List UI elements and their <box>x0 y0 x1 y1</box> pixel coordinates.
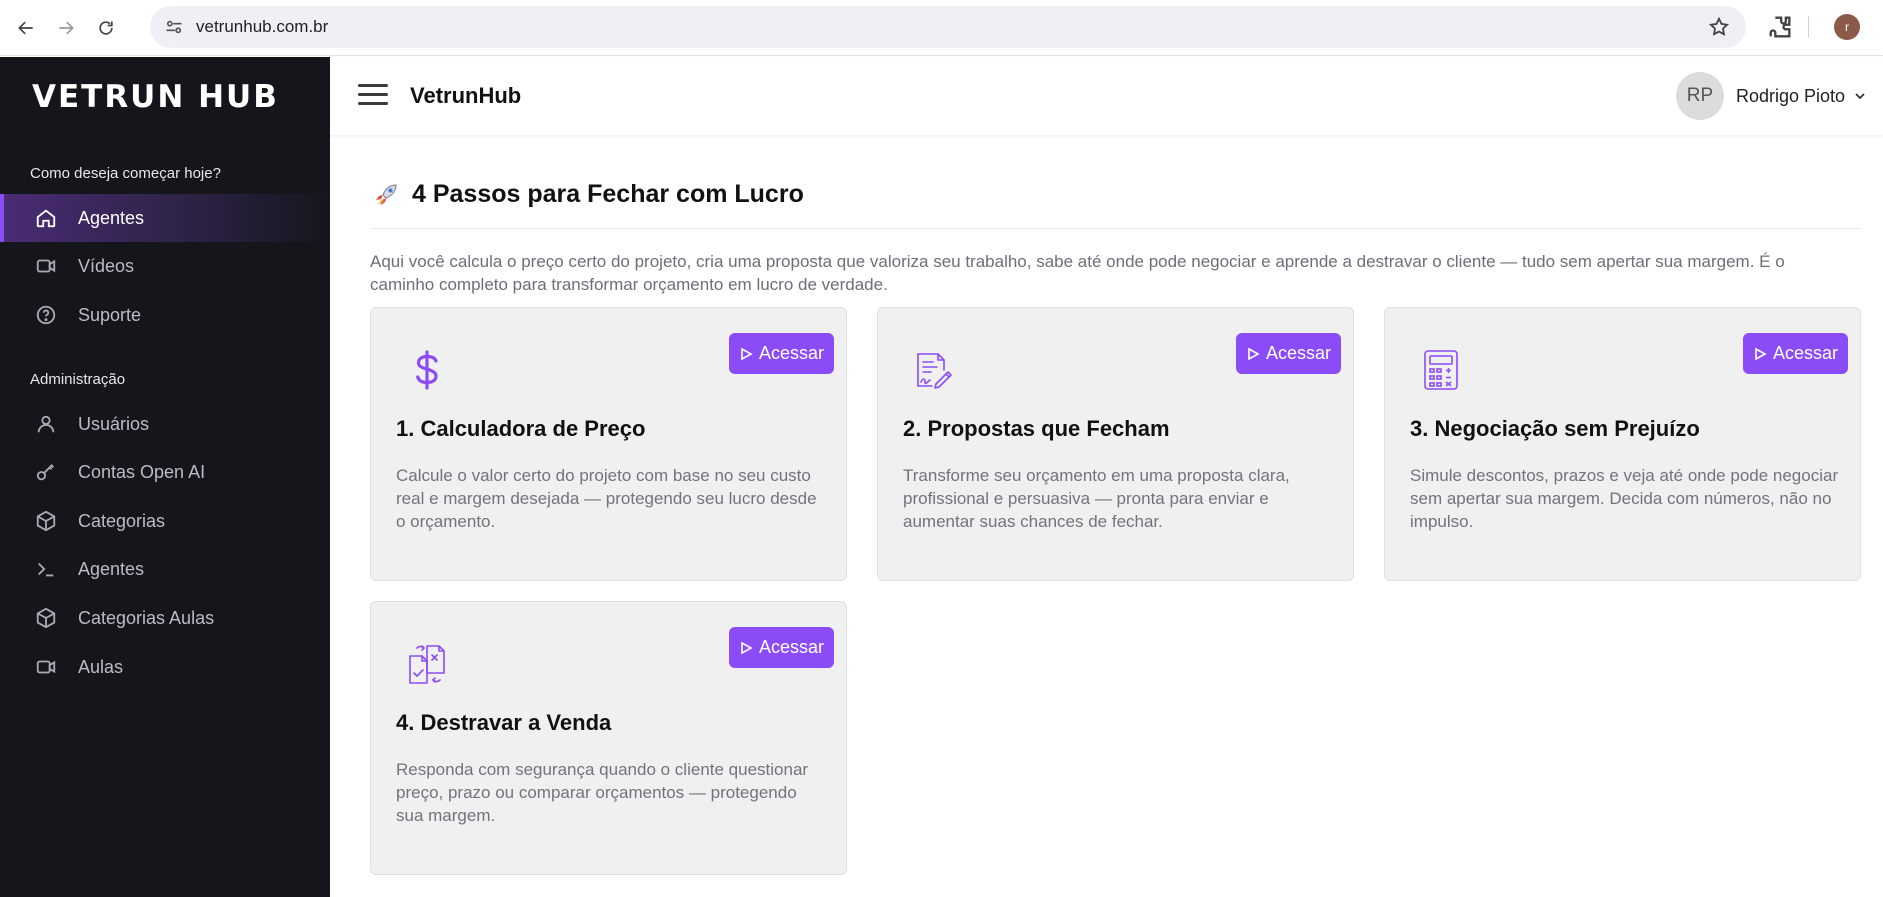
access-button-label: Acessar <box>758 343 824 363</box>
sidebar-item-aulas[interactable]: Aulas <box>0 643 330 691</box>
access-button-label: Acessar <box>1265 343 1331 363</box>
chevron-down-icon[interactable] <box>1854 90 1866 102</box>
sidebar-item-label: Suporte <box>78 304 142 325</box>
dollar-icon <box>416 350 438 390</box>
sidebar-item-label: Categorias <box>78 510 166 531</box>
bookmark-star-icon[interactable] <box>1708 16 1730 38</box>
card-description: Transforme seu orçamento em uma proposta… <box>903 466 1290 531</box>
rocket-icon <box>376 183 397 205</box>
url-text[interactable]: vetrunhub.com.br <box>196 17 328 37</box>
page-title: 4 Passos para Fechar com Lucro <box>372 180 804 209</box>
terminal-icon <box>34 557 58 581</box>
play-icon <box>1248 347 1260 360</box>
access-button[interactable]: Acessar <box>1235 333 1341 374</box>
toolbar-divider <box>1808 16 1809 38</box>
sidebar-item-categorias[interactable]: Categorias <box>0 497 330 545</box>
sidebar-item-agentes[interactable]: Agentes <box>0 194 330 242</box>
page-intro: Aqui você calcula o preço certo do proje… <box>370 252 1785 294</box>
card-title: 2. Propostas que Fecham <box>903 416 1170 441</box>
contract-signature-icon <box>917 353 952 389</box>
header-title: VetrunHub <box>410 83 522 108</box>
user-icon <box>34 412 58 436</box>
sidebar-item-agentes-admin[interactable]: Agentes <box>0 545 330 593</box>
access-button[interactable]: Acessar <box>728 627 834 668</box>
card-description: Responda com segurança quando o cliente … <box>396 760 809 825</box>
sidebar-item-label: Agentes <box>78 207 145 228</box>
sidebar-item-label: Agentes <box>78 558 145 579</box>
arrow-left-icon <box>18 21 33 34</box>
sidebar-item-label: Vídeos <box>78 255 135 276</box>
sidebar-item-usuarios[interactable]: Usuários <box>0 400 330 448</box>
card-title: 1. Calculadora de Preço <box>396 416 646 441</box>
page-title-text: 4 Passos para Fechar com Lucro <box>412 180 804 208</box>
forward-button[interactable] <box>46 8 86 48</box>
sidebar-item-suporte[interactable]: Suporte <box>0 291 330 339</box>
sidebar: VETRUN HUB Como deseja começar hoje? Age… <box>0 57 330 897</box>
avatar[interactable]: RP <box>1676 72 1724 120</box>
calculator-icon <box>1424 350 1458 390</box>
sidebar-item-label: Categorias Aulas <box>78 607 215 628</box>
sidebar-item-videos[interactable]: Vídeos <box>0 242 330 290</box>
card-calculadora-preco: Acessar 1. Calculadora de Preço Calcule … <box>370 307 847 581</box>
card-title: 4. Destravar a Venda <box>396 710 612 735</box>
sidebar-item-label: Contas Open AI <box>78 461 206 482</box>
user-menu-name[interactable]: Rodrigo Pioto <box>1736 86 1845 107</box>
app-header: VetrunHub RP Rodrigo Pioto <box>330 57 1883 135</box>
sidebar-item-categorias-aulas[interactable]: Categorias Aulas <box>0 594 330 642</box>
extensions-icon[interactable] <box>1766 13 1794 41</box>
card-propostas: Acessar 2. Propostas que Fecham Transfor… <box>877 307 1354 581</box>
home-icon <box>34 206 58 230</box>
access-button-label: Acessar <box>1772 343 1838 363</box>
reload-icon <box>99 20 113 35</box>
card-description: Calcule o valor certo do projeto com bas… <box>396 466 817 531</box>
site-settings-icon[interactable] <box>164 17 184 37</box>
access-button[interactable]: Acessar <box>1742 333 1848 374</box>
app-logo[interactable]: VETRUN HUB <box>32 79 279 115</box>
card-negociacao: Acessar 3. Negociação sem Prejuízo Simul… <box>1384 307 1861 581</box>
card-description: Simule descontos, prazos e veja até onde… <box>1410 466 1839 531</box>
back-button[interactable] <box>6 8 46 48</box>
cube-icon <box>34 606 58 630</box>
divider <box>370 228 1862 229</box>
browser-profile-avatar[interactable]: r <box>1834 14 1860 40</box>
menu-toggle-icon[interactable] <box>358 84 388 108</box>
browser-toolbar: vetrunhub.com.br r <box>0 0 1883 56</box>
document-exchange-icon <box>409 645 445 684</box>
address-bar[interactable]: vetrunhub.com.br <box>150 6 1746 48</box>
play-icon <box>1755 347 1767 360</box>
sidebar-heading-start: Como deseja começar hoje? <box>30 165 221 182</box>
key-icon <box>34 460 58 484</box>
reload-button[interactable] <box>86 8 126 48</box>
access-button-label: Acessar <box>758 637 824 657</box>
arrow-right-icon <box>59 21 74 34</box>
video-icon <box>34 254 58 278</box>
access-button[interactable]: Acessar <box>728 333 834 374</box>
sidebar-item-label: Usuários <box>78 413 150 434</box>
sidebar-item-label: Aulas <box>78 656 124 677</box>
video-icon <box>34 655 58 679</box>
cube-icon <box>34 509 58 533</box>
sidebar-heading-admin: Administração <box>30 371 126 388</box>
play-icon <box>741 347 753 360</box>
card-destravar-venda: Acessar 4. Destravar a Venda Responda co… <box>370 601 847 875</box>
sidebar-item-contas-open-ai[interactable]: Contas Open AI <box>0 448 330 496</box>
play-icon <box>741 641 753 654</box>
card-title: 3. Negociação sem Prejuízo <box>1410 416 1700 441</box>
help-circle-icon <box>34 303 58 327</box>
